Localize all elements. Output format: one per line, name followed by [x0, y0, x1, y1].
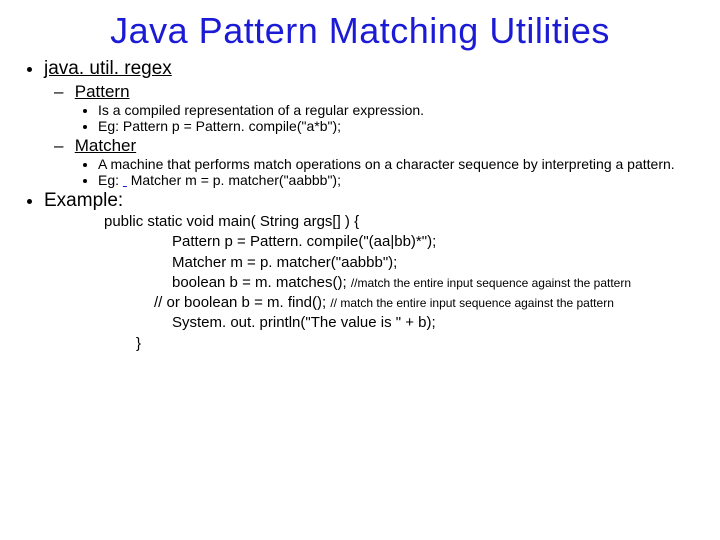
bullet-pkg: java. util. regex Pattern Is a compiled …	[44, 58, 710, 188]
bullet-matcher: Matcher A machine that performs match op…	[70, 136, 710, 188]
code-l4-comment: //match the entire input sequence agains…	[351, 276, 631, 290]
bullet-example: Example: public static void main( String…	[44, 190, 710, 354]
example-label: Example:	[44, 190, 123, 211]
slide: Java Pattern Matching Utilities java. ut…	[0, 0, 720, 540]
bullet-list-lvl3-matcher: A machine that performs match operations…	[70, 156, 710, 188]
code-line-7: }	[104, 334, 710, 354]
matcher-desc: A machine that performs match operations…	[98, 156, 710, 172]
matcher-eg: Eg: Matcher m = p. matcher("aabbb");	[98, 172, 710, 188]
bullet-pattern: Pattern Is a compiled representation of …	[70, 82, 710, 134]
bullet-list-lvl3-pattern: Is a compiled representation of a regula…	[70, 102, 710, 134]
code-l5a: // or boolean b = m. find();	[154, 294, 330, 311]
pattern-name: Pattern	[75, 82, 130, 101]
code-line-5: // or boolean b = m. find(); // match th…	[104, 293, 710, 313]
matcher-eg-prefix: Eg:	[98, 172, 123, 188]
code-line-2: Pattern p = Pattern. compile("(aa|bb)*")…	[104, 232, 710, 252]
code-line-4: boolean b = m. matches(); //match the en…	[104, 273, 710, 293]
pattern-eg: Eg: Pattern p = Pattern. compile("a*b");	[98, 118, 710, 134]
code-line-3: Matcher m = p. matcher("aabbb");	[104, 253, 710, 273]
code-line-1: public static void main( String args[] )…	[104, 212, 710, 232]
bullet-list-lvl1: java. util. regex Pattern Is a compiled …	[10, 58, 710, 354]
code-line-6: System. out. println("The value is " + b…	[104, 313, 710, 333]
pattern-desc: Is a compiled representation of a regula…	[98, 102, 710, 118]
bullet-list-lvl2-pkg: Pattern Is a compiled representation of …	[44, 82, 710, 188]
page-title: Java Pattern Matching Utilities	[10, 10, 710, 52]
code-l4a: boolean b = m. matches();	[172, 274, 351, 291]
matcher-name: Matcher	[75, 136, 136, 155]
link-placeholder-icon	[123, 172, 127, 188]
code-l5-comment: // match the entire input sequence again…	[330, 296, 614, 310]
matcher-eg-rest: Matcher m = p. matcher("aabbb");	[131, 172, 341, 188]
pkg-name: java. util. regex	[44, 58, 172, 79]
code-block: public static void main( String args[] )…	[104, 212, 710, 354]
